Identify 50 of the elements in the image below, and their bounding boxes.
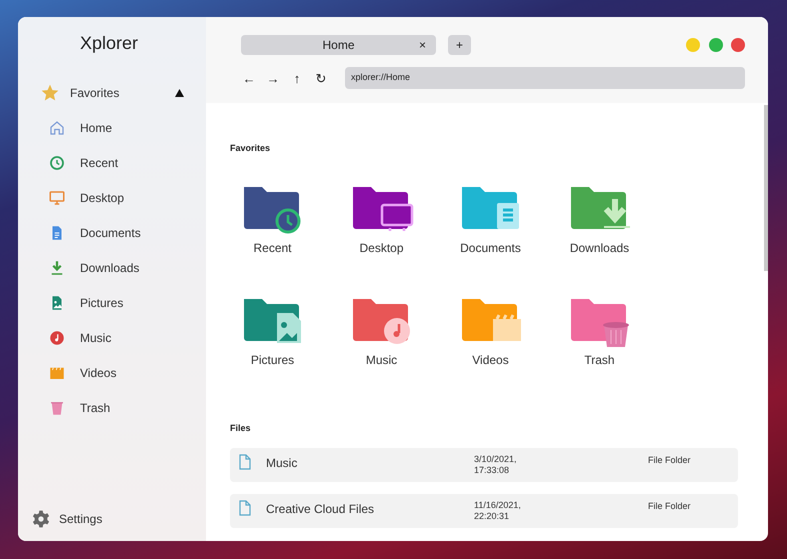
sidebar-item[interactable]: Downloads: [80, 259, 140, 277]
caret-icon[interactable]: [175, 89, 184, 97]
folder-label[interactable]: Desktop: [359, 238, 404, 256]
settings-link[interactable]: Settings: [31, 509, 102, 529]
sidebar-item[interactable]: Videos: [80, 364, 116, 382]
new-tab-button[interactable]: +: [448, 35, 471, 55]
refresh-button[interactable]: ↻: [313, 72, 329, 84]
browser-tab[interactable]: Home ×: [241, 35, 436, 55]
file-row[interactable]: Music 3/10/2021, 17:33:08 File Folder: [230, 448, 738, 482]
section-heading: Files: [230, 422, 251, 434]
file-row[interactable]: Creative Cloud Files 11/16/2021, 22:20:31 File Folder: [230, 494, 738, 528]
sidebar-item[interactable]: Documents: [80, 224, 141, 242]
up-button[interactable]: ↑: [289, 72, 305, 84]
folder-label[interactable]: Recent: [253, 238, 292, 256]
folder-label[interactable]: Downloads: [570, 238, 630, 256]
file-name: Creative Cloud Files: [266, 501, 376, 518]
folder-label[interactable]: Trash: [584, 350, 615, 368]
file-icon: [238, 454, 252, 470]
file-icon: [238, 500, 252, 516]
history-icon: [48, 154, 66, 172]
address-bar[interactable]: xplorer://Home: [345, 67, 745, 89]
section-heading: Favorites: [230, 142, 270, 155]
folder-label[interactable]: Videos: [472, 350, 509, 368]
sidebar-item[interactable]: Pictures: [80, 294, 124, 312]
music-icon: [48, 329, 66, 347]
file-type: File Folder: [648, 500, 691, 513]
tab-close-button[interactable]: ×: [418, 36, 426, 54]
forward-button[interactable]: →: [265, 72, 281, 84]
file-name: Music: [266, 455, 298, 472]
folder-label[interactable]: Documents: [460, 238, 521, 256]
star-icon: [40, 83, 60, 103]
close-button[interactable]: [731, 38, 745, 52]
sidebar-item[interactable]: Recent: [80, 154, 118, 172]
folder-label[interactable]: Music: [366, 350, 398, 368]
file-date: 3/10/2021, 17:33:08: [474, 454, 518, 476]
file-type: File Folder: [648, 454, 691, 467]
sidebar-item[interactable]: Desktop: [80, 189, 124, 207]
sidebar-item[interactable]: Home: [80, 119, 112, 137]
settings-icon: [31, 509, 51, 529]
maximize-button[interactable]: [709, 38, 723, 52]
trash-icon: [48, 399, 66, 417]
back-button[interactable]: ←: [241, 72, 257, 84]
sidebar-item[interactable]: Trash: [80, 399, 110, 417]
sidebar-section-label[interactable]: Favorites: [70, 84, 120, 102]
sidebar-item[interactable]: Music: [80, 329, 112, 347]
file-date: 11/16/2021, 22:20:31: [474, 500, 522, 522]
folder-label[interactable]: Pictures: [250, 350, 294, 368]
app-title: Xplorer: [80, 32, 140, 55]
monitor-icon: [48, 189, 66, 207]
home-icon: [48, 119, 66, 137]
